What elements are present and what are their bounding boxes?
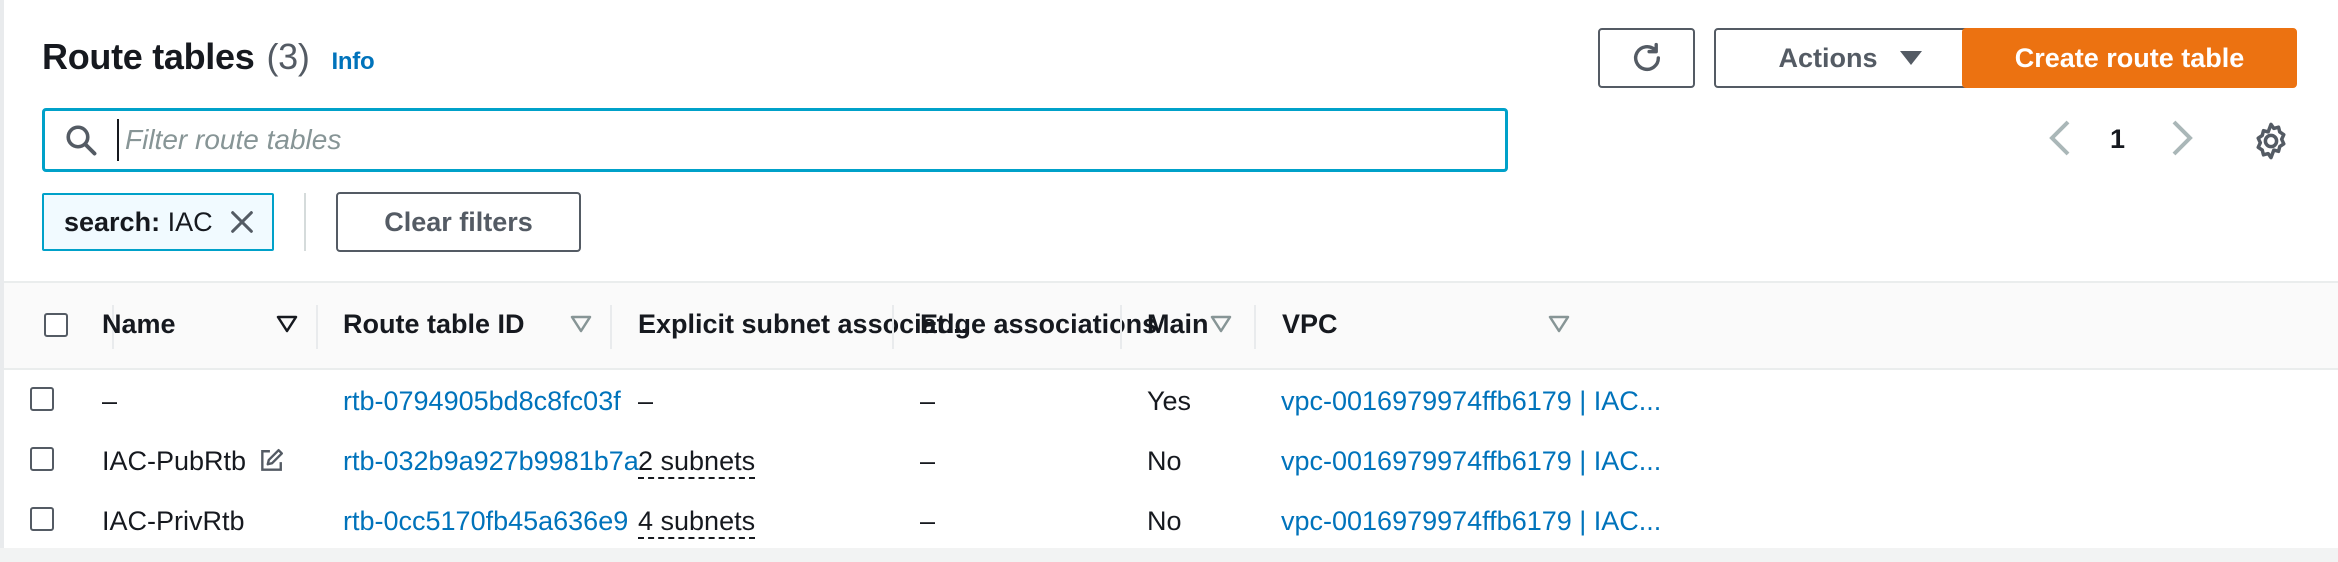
explicit-subnet-associations[interactable]: 2 subnets <box>638 446 756 479</box>
previous-page-button[interactable] <box>2046 118 2074 158</box>
main-flag: Yes <box>1147 386 1192 416</box>
clear-filters-button[interactable]: Clear filters <box>336 192 581 252</box>
explicit-subnet-associations-cell: 2 subnets <box>638 446 756 479</box>
edge-associations: – <box>920 506 936 536</box>
table-row[interactable]: – rtb-0794905bd8c8fc03f – – Yes vpc-0016… <box>4 370 2338 432</box>
sort-icon[interactable] <box>570 315 592 333</box>
sort-icon[interactable] <box>1548 315 1570 333</box>
explicit-subnet-associations-cell: 4 subnets <box>638 506 756 539</box>
table-row[interactable]: IAC-PubRtb rtb-032b9a927b9981b7a 2 subne… <box>4 430 2338 492</box>
route-table-id-link[interactable]: rtb-032b9a927b9981b7a <box>343 446 639 477</box>
column-header-name[interactable]: Name <box>102 309 176 340</box>
close-icon[interactable] <box>228 208 256 236</box>
edit-icon[interactable] <box>258 448 284 474</box>
refresh-button[interactable] <box>1598 28 1695 88</box>
current-page-number[interactable]: 1 <box>2110 124 2125 155</box>
row-select-checkbox[interactable] <box>30 387 54 411</box>
actions-label: Actions <box>1778 42 1878 73</box>
vpc-link[interactable]: vpc-0016979974ffb6179 | IAC... <box>1281 446 1661 477</box>
main-flag: No <box>1147 506 1182 536</box>
table-bottom-scrollbar[interactable] <box>0 548 2338 562</box>
search-icon <box>66 125 97 156</box>
create-route-table-label: Create route table <box>2014 42 2245 73</box>
explicit-subnet-associations[interactable]: 4 subnets <box>638 506 756 539</box>
sort-icon[interactable] <box>276 315 298 333</box>
column-divider <box>892 305 894 349</box>
edge-associations: – <box>920 386 936 416</box>
filter-token-text: search: IAC <box>64 207 213 238</box>
filter-token-key: search: <box>64 206 161 237</box>
vpc-link[interactable]: vpc-0016979974ffb6179 | IAC... <box>1281 386 1661 417</box>
chevron-right-icon <box>2172 120 2193 156</box>
vpc-link[interactable]: vpc-0016979974ffb6179 | IAC... <box>1281 506 1661 537</box>
route-table-count: (3) <box>266 36 310 77</box>
page-title: Route tables <box>42 36 255 77</box>
clear-filters-label: Clear filters <box>384 206 533 237</box>
next-page-button[interactable] <box>2168 118 2196 158</box>
select-all-checkbox[interactable] <box>44 313 68 337</box>
row-select-checkbox[interactable] <box>30 507 54 531</box>
explicit-subnet-associations: – <box>638 386 654 416</box>
actions-dropdown-button[interactable]: Actions <box>1714 28 1986 88</box>
row-name: – <box>102 386 118 416</box>
main-flag: No <box>1147 446 1182 476</box>
row-name-cell: IAC-PubRtb <box>102 446 284 477</box>
column-header-route-table-id[interactable]: Route table ID <box>343 309 525 340</box>
sort-icon[interactable] <box>1210 315 1232 333</box>
filter-search-box[interactable] <box>42 108 1508 172</box>
column-header-explicit-subnet[interactable]: Explicit subnet associat... <box>638 309 968 340</box>
caret-down-icon <box>1899 51 1922 65</box>
filter-divider <box>304 193 306 251</box>
chevron-left-icon <box>2049 120 2070 156</box>
row-name: IAC-PubRtb <box>102 446 247 476</box>
route-table-id-link[interactable]: rtb-0cc5170fb45a636e9 <box>343 506 628 537</box>
column-divider <box>1254 305 1256 349</box>
refresh-icon <box>1633 42 1660 71</box>
filter-route-tables-input[interactable] <box>117 119 1487 161</box>
table-row[interactable]: IAC-PrivRtb rtb-0cc5170fb45a636e9 4 subn… <box>4 490 2338 552</box>
column-divider <box>610 305 612 349</box>
create-route-table-button[interactable]: Create route table <box>1962 28 2297 88</box>
edge-associations: – <box>920 446 936 476</box>
column-divider <box>1120 305 1122 349</box>
column-divider <box>316 305 318 349</box>
column-header-vpc[interactable]: VPC <box>1282 309 1338 340</box>
info-link[interactable]: Info <box>332 48 375 76</box>
column-header-main[interactable]: Main <box>1147 309 1209 340</box>
row-select-checkbox[interactable] <box>30 447 54 471</box>
page-header: Route tables (3) Info <box>42 36 375 78</box>
route-tables-panel: Route tables (3) Info Actions Create rou… <box>0 0 2338 562</box>
filter-token: search: IAC <box>42 193 274 251</box>
table-header: Name Route table ID Explicit subnet asso… <box>4 283 2338 370</box>
row-name: IAC-PrivRtb <box>102 506 245 536</box>
filter-token-value: IAC <box>167 206 213 237</box>
gear-icon[interactable] <box>2250 120 2292 162</box>
route-table-id-link[interactable]: rtb-0794905bd8c8fc03f <box>343 386 621 417</box>
